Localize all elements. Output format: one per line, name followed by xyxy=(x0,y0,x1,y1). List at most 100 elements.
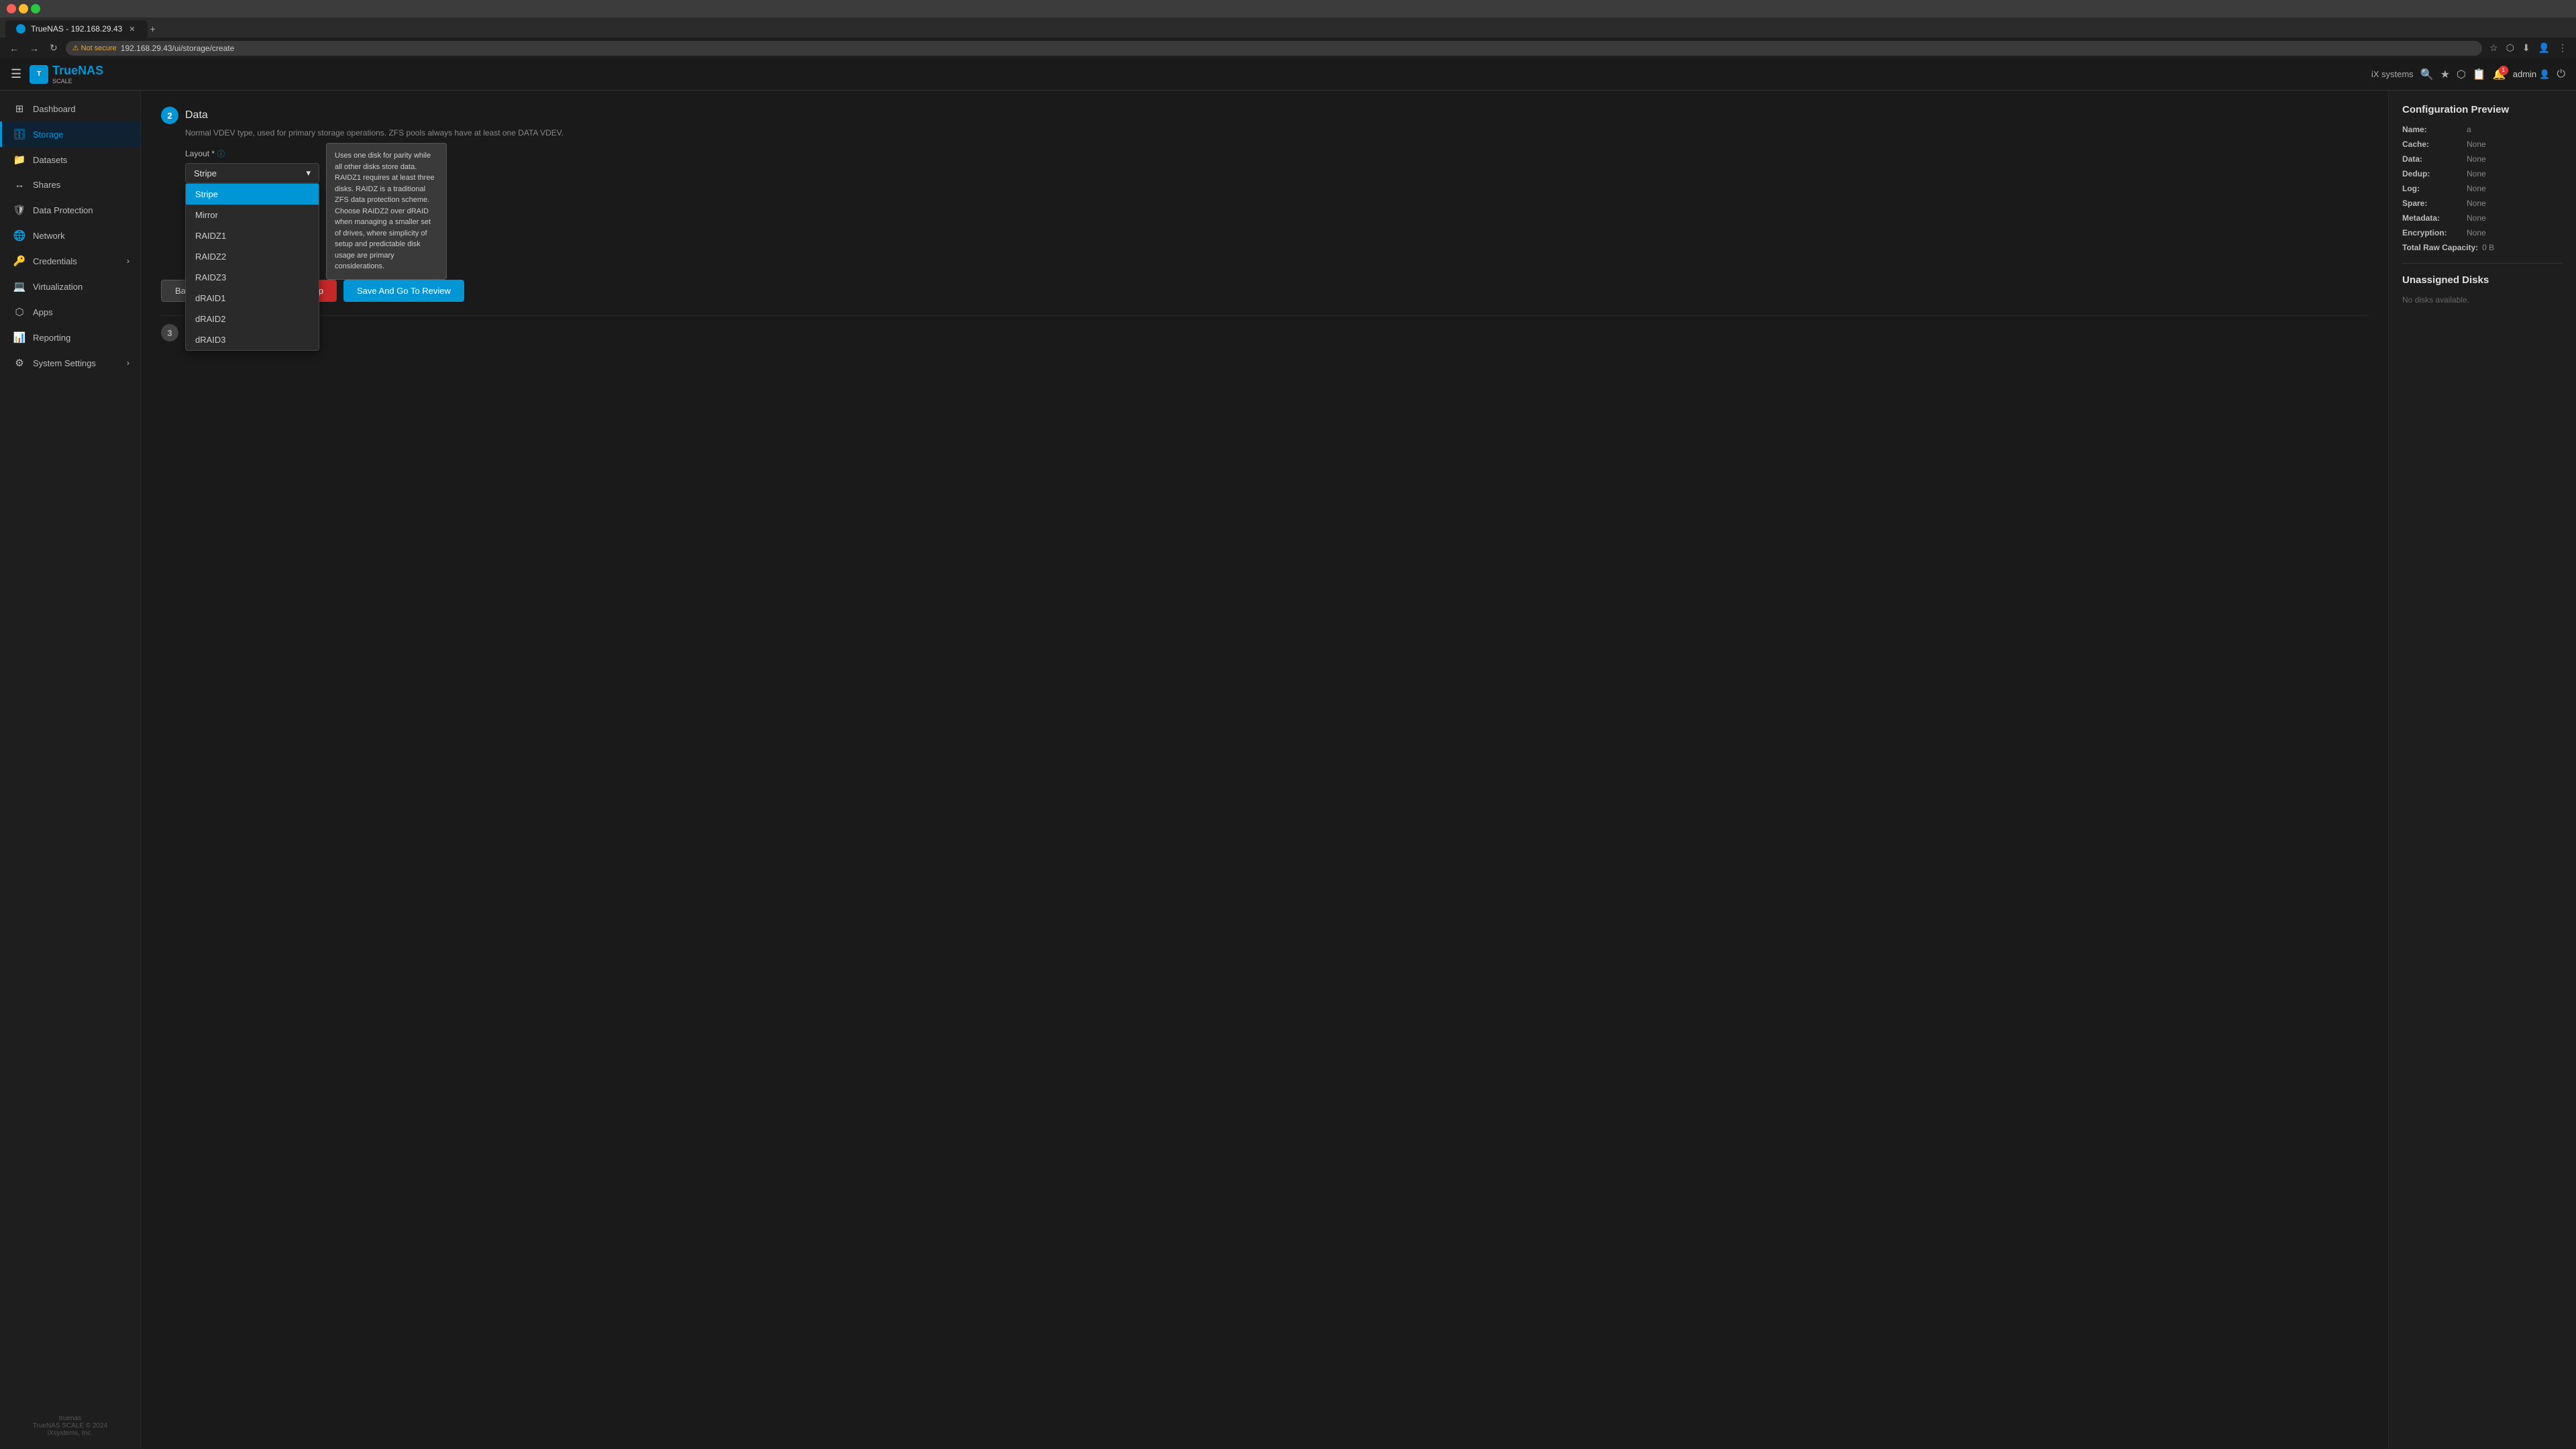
layout-option-draid2-label: dRAID2 xyxy=(195,314,226,324)
system-settings-icon: ⚙ xyxy=(13,357,26,369)
layout-option-draid2[interactable]: dRAID2 xyxy=(186,309,319,329)
config-row-metadata: Metadata: None xyxy=(2402,213,2563,223)
reload-button[interactable]: ↻ xyxy=(47,41,60,55)
address-input-container[interactable]: ⚠ Not secure 192.168.29.43/ui/storage/cr… xyxy=(66,41,2482,56)
hamburger-menu-button[interactable]: ☰ xyxy=(11,67,21,81)
config-key-metadata: Metadata: xyxy=(2402,213,2463,223)
config-key-data: Data: xyxy=(2402,154,2463,164)
extensions-icon[interactable]: ⬡ xyxy=(2504,40,2516,56)
main-content: 2 Data Normal VDEV type, used for primar… xyxy=(141,91,2388,1449)
sidebar-item-data-protection[interactable]: 🛡 Data Protection xyxy=(0,197,140,223)
layout-option-raidz3-label: RAIDZ3 xyxy=(195,272,226,282)
config-preview-rows: Name: a Cache: None Data: None Dedup: No… xyxy=(2402,125,2563,252)
notifications-icon[interactable]: 🔔 1 xyxy=(2493,68,2506,81)
layout-info-icon[interactable]: ⓘ xyxy=(217,148,225,159)
sidebar-label-credentials: Credentials xyxy=(33,256,77,266)
network-icon: 🌐 xyxy=(13,229,26,241)
truenas-logo: T TrueNAS SCALE xyxy=(30,64,103,85)
layout-dropdown-menu: Stripe Mirror RAIDZ1 xyxy=(185,183,319,351)
back-nav-button[interactable]: ← xyxy=(7,42,21,55)
layout-option-stripe[interactable]: Stripe xyxy=(186,184,319,205)
download-icon[interactable]: ⬇ xyxy=(2520,40,2532,56)
notification-badge: 1 xyxy=(2499,66,2508,75)
sidebar-item-credentials[interactable]: 🔑 Credentials › xyxy=(0,248,140,274)
config-val-data: None xyxy=(2467,154,2486,164)
config-key-cache: Cache: xyxy=(2402,140,2463,149)
layout-dropdown-trigger[interactable]: Stripe ▾ xyxy=(185,163,319,183)
panel-divider xyxy=(2402,263,2563,264)
tab-close-button[interactable]: ✕ xyxy=(127,25,136,34)
sidebar-label-dashboard: Dashboard xyxy=(33,104,76,114)
sidebar-item-network[interactable]: 🌐 Network xyxy=(0,223,140,248)
layout-option-mirror[interactable]: Mirror xyxy=(186,205,319,225)
layout-option-draid3-label: dRAID3 xyxy=(195,335,226,345)
sidebar-item-reporting[interactable]: 📊 Reporting xyxy=(0,325,140,350)
sidebar-item-system-settings[interactable]: ⚙ System Settings › xyxy=(0,350,140,376)
tab-favicon xyxy=(16,24,25,34)
clipboard-topbar-icon[interactable]: 📋 xyxy=(2473,68,2486,81)
search-topbar-icon[interactable]: 🔍 xyxy=(2420,68,2434,81)
shares-icon: ↔ xyxy=(13,179,26,191)
step2-description: Normal VDEV type, used for primary stora… xyxy=(185,128,2368,138)
vdev-form-group: Number of VDEVs * ▾ xyxy=(185,227,2368,261)
config-key-name: Name: xyxy=(2402,125,2463,134)
star-topbar-icon[interactable]: ★ xyxy=(2440,68,2450,81)
extensions-topbar-icon[interactable]: ⬡ xyxy=(2457,68,2466,81)
action-buttons: Back Next Reset Step Save And Go To Revi… xyxy=(161,280,2368,302)
config-row-encryption: Encryption: None xyxy=(2402,228,2563,237)
unassigned-disks-title: Unassigned Disks xyxy=(2402,274,2563,286)
more-options-icon[interactable]: ⋮ xyxy=(2556,40,2569,56)
config-val-cache: None xyxy=(2467,140,2486,149)
config-key-total-raw: Total Raw Capacity: xyxy=(2402,243,2478,252)
config-val-encryption: None xyxy=(2467,228,2486,237)
sidebar-item-dashboard[interactable]: ⊞ Dashboard xyxy=(0,96,140,121)
user-menu-button[interactable]: admin 👤 xyxy=(2513,69,2551,80)
browser-toolbar-icons: ☆ ⬡ ⬇ 👤 ⋮ xyxy=(2487,40,2569,56)
sidebar-company: iXsystems, Inc. xyxy=(11,1430,129,1437)
layout-tooltip: Uses one disk for parity while all other… xyxy=(326,143,447,280)
bookmark-icon[interactable]: ☆ xyxy=(2487,40,2500,56)
not-secure-label: Not secure xyxy=(81,44,117,52)
layout-section: Layout * ⓘ Stripe ▾ xyxy=(185,148,2368,261)
sidebar-label-reporting: Reporting xyxy=(33,333,70,343)
sidebar-item-apps[interactable]: ⬡ Apps xyxy=(0,299,140,325)
virtualization-icon: 💻 xyxy=(13,280,26,292)
layout-option-raidz3[interactable]: RAIDZ3 xyxy=(186,267,319,288)
sidebar: ⊞ Dashboard 🗄 Storage 📁 Datasets ↔ Share… xyxy=(0,91,141,1449)
save-and-review-button[interactable]: Save And Go To Review xyxy=(343,280,464,302)
browser-max-btn[interactable] xyxy=(31,4,40,13)
tab-bar: TrueNAS - 192.168.29.43 ✕ + xyxy=(0,17,2576,38)
browser-close-btn[interactable] xyxy=(7,4,16,13)
forward-nav-button[interactable]: → xyxy=(27,42,42,55)
layout-option-raidz2-label: RAIDZ2 xyxy=(195,252,226,262)
config-val-total-raw: 0 B xyxy=(2482,243,2494,252)
layout-option-raidz1[interactable]: RAIDZ1 xyxy=(186,225,319,246)
sidebar-item-datasets[interactable]: 📁 Datasets xyxy=(0,147,140,172)
config-key-dedup: Dedup: xyxy=(2402,169,2463,178)
sidebar-item-storage[interactable]: 🗄 Storage xyxy=(0,121,140,147)
step2-number: 2 xyxy=(161,107,178,124)
dropdown-chevron-icon: ▾ xyxy=(306,168,311,178)
layout-option-raidz2[interactable]: RAIDZ2 xyxy=(186,246,319,267)
sidebar-item-shares[interactable]: ↔ Shares xyxy=(0,172,140,197)
layout-option-draid1[interactable]: dRAID1 xyxy=(186,288,319,309)
sidebar-item-virtualization[interactable]: 💻 Virtualization xyxy=(0,274,140,299)
layout-form-group: Layout * ⓘ Stripe ▾ xyxy=(185,148,2368,183)
sidebar-label-data-protection: Data Protection xyxy=(33,205,93,215)
layout-label: Layout * ⓘ xyxy=(185,148,2368,159)
tooltip-text: Uses one disk for parity while all other… xyxy=(335,152,435,270)
credentials-icon: 🔑 xyxy=(13,255,26,267)
layout-option-draid1-label: dRAID1 xyxy=(195,293,226,303)
layout-option-stripe-label: Stripe xyxy=(195,189,218,199)
browser-min-btn[interactable] xyxy=(19,4,28,13)
profile-icon[interactable]: 👤 xyxy=(2536,40,2552,56)
sidebar-label-apps: Apps xyxy=(33,307,53,317)
layout-option-draid3[interactable]: dRAID3 xyxy=(186,329,319,350)
sidebar-label-shares: Shares xyxy=(33,180,60,190)
config-key-spare: Spare: xyxy=(2402,199,2463,208)
power-icon[interactable]: ⏻ xyxy=(2557,68,2565,80)
user-label: admin xyxy=(2513,69,2536,79)
active-tab[interactable]: TrueNAS - 192.168.29.43 ✕ xyxy=(5,20,148,38)
config-row-spare: Spare: None xyxy=(2402,199,2563,208)
new-tab-button[interactable]: + xyxy=(150,23,156,34)
